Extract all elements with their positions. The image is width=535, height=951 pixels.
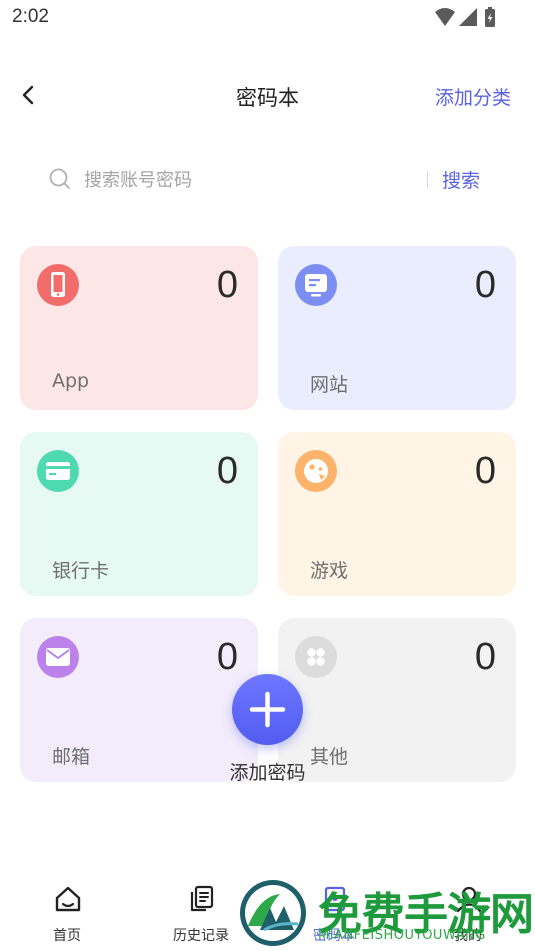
category-card-mail[interactable]: 0 邮箱 <box>20 618 258 782</box>
category-count: 0 <box>474 450 496 492</box>
monitor-icon <box>295 264 337 306</box>
status-icons <box>433 7 497 29</box>
search-bar: 搜索 <box>44 160 504 200</box>
category-card-other[interactable]: 0 其他 <box>278 618 516 782</box>
add-category-button[interactable]: 添加分类 <box>435 83 511 110</box>
tab-label: 历史记录 <box>173 928 229 944</box>
category-card-app[interactable]: 0 App <box>20 246 258 410</box>
category-count: 0 <box>216 636 238 678</box>
category-label: App <box>52 370 90 392</box>
game-icon <box>295 450 337 492</box>
mail-icon <box>37 636 79 678</box>
grid-icon <box>295 636 337 678</box>
category-card-bank-card[interactable]: 0 银行卡 <box>20 432 258 596</box>
cellular-signal-icon <box>459 8 477 26</box>
battery-icon <box>485 7 495 27</box>
wifi-icon <box>435 8 455 26</box>
search-input[interactable] <box>84 165 404 195</box>
category-label: 邮箱 <box>52 746 91 768</box>
watermark: 免费手游网 MIANFEISHOUYOUWANG <box>238 876 535 948</box>
watermark-subtitle: MIANFEISHOUYOUWANG <box>318 928 486 943</box>
tab-history[interactable]: 历史记录 <box>151 872 251 951</box>
status-time: 2:02 <box>12 6 49 27</box>
category-card-website[interactable]: 0 网站 <box>278 246 516 410</box>
search-button[interactable]: 搜索 <box>442 166 480 193</box>
add-password-button[interactable] <box>232 674 303 745</box>
search-icon <box>49 168 70 189</box>
history-icon <box>190 885 214 912</box>
status-bar: 2:02 <box>0 0 535 40</box>
nav-bar: 密码本 添加分类 <box>0 70 535 122</box>
tab-home[interactable]: 首页 <box>17 872 117 951</box>
category-count: 0 <box>474 636 496 678</box>
back-button[interactable] <box>14 80 44 110</box>
watermark-logo <box>240 880 306 946</box>
card-icon <box>37 450 79 492</box>
category-count: 0 <box>474 264 496 306</box>
category-card-game[interactable]: 0 游戏 <box>278 432 516 596</box>
phone-icon <box>37 264 79 306</box>
category-count: 0 <box>216 450 238 492</box>
category-count: 0 <box>216 264 238 306</box>
category-label: 网站 <box>310 374 349 396</box>
search-divider <box>427 171 428 188</box>
tab-label: 首页 <box>53 928 81 944</box>
category-label: 其他 <box>310 746 349 768</box>
plus-icon <box>249 691 286 728</box>
category-label: 游戏 <box>310 560 349 582</box>
category-label: 银行卡 <box>52 560 110 582</box>
home-icon <box>55 886 81 912</box>
chevron-left-icon <box>22 85 34 105</box>
